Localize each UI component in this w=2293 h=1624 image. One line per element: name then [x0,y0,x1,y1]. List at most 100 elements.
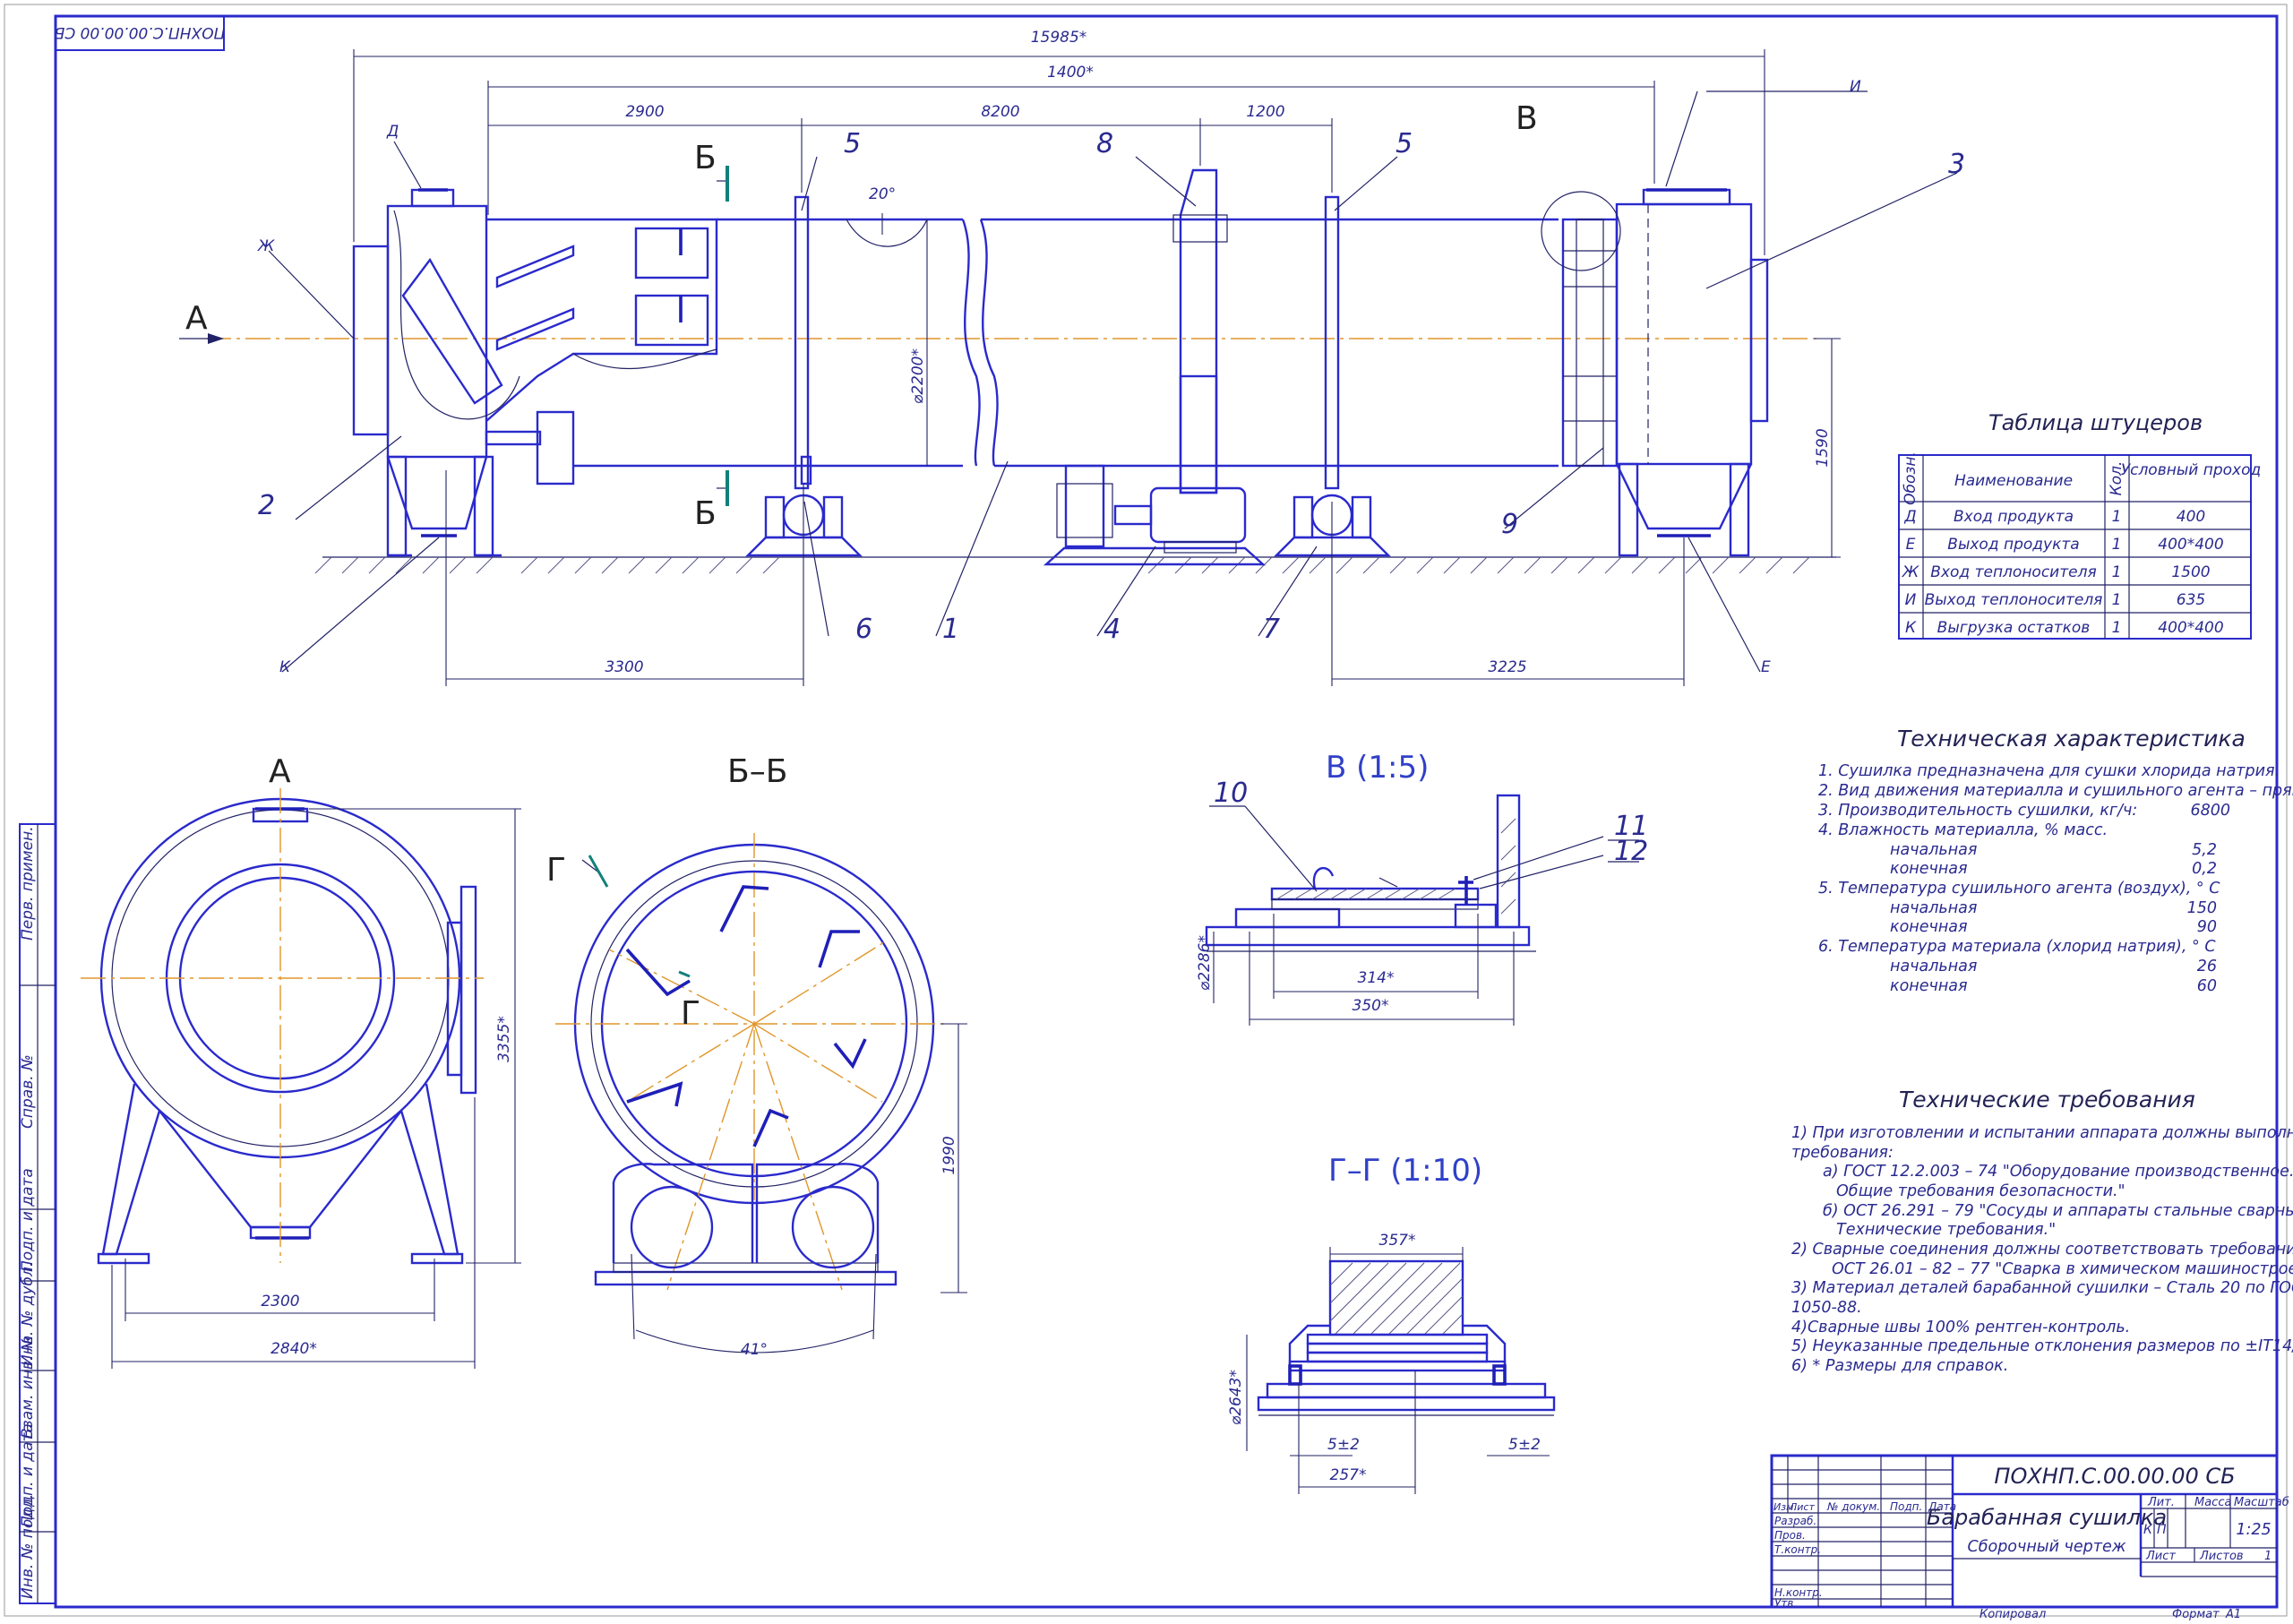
table-cell: 635 [2177,591,2205,609]
section-gg-dim-5b: 5±2 [1508,1436,1541,1454]
tech-req-line-9: 3) Материал деталей барабанной сушилки –… [1791,1279,2293,1297]
dim-overall: 15985* [1031,29,1087,47]
detail-v-mark: В [1516,100,1538,137]
tech-char-line-7: 5. Температура сушильного агента (воздух… [1818,880,2220,898]
dim-length: 1400* [1047,64,1094,82]
tech-char-line-11: начальная [1890,958,1977,975]
drawing-sheet: ПОХНП.С.00.00.00 СБ Перв. примен. Справ.… [0,0,2293,1621]
nozzle-table: Таблица штуцеров Обозн. Наименование Кол… [1898,410,2262,640]
tech-char-value-5: 5,2 [2192,841,2217,859]
letter-i: И [1850,78,1861,96]
rotated-code: ПОХНП.С.00.00.00 СБ [55,23,226,41]
tech-req-line-1: 1) При изготовлении и испытании аппарата… [1791,1124,2293,1142]
strip-label-1: Перв. примен. [19,826,37,941]
view-a-dim-3355: 3355* [495,1016,513,1062]
table-cell: Вход теплоносителя [1930,563,2096,581]
tech-req-line-2: требования: [1791,1144,1894,1162]
nozzle-rows: Д Вход продукта 1 400 Е Выход продукта 1… [1902,508,2224,637]
table-cell: Выход продукта [1947,536,2079,554]
tech-characteristic: Техническая характеристика 1. Сушилка пр… [1818,726,2293,995]
table-cell: 1 [2112,563,2122,581]
view-a-title: А [269,753,291,790]
stamp-col-3: Подп. [1890,1500,1922,1513]
position-1: 1 [942,614,959,645]
table-cell: Выход теплоносителя [1925,591,2103,609]
section-gg-dim-diameter: ⌀2643* [1227,1370,1245,1425]
tech-requirements: Технические требования 1) При изготовлен… [1791,1087,2293,1375]
tech-char-line-4: 4. Влажность материалла, % масс. [1818,821,2108,839]
section-gg-dim-257: 257* [1330,1466,1367,1484]
dim-8200: 8200 [981,103,1019,121]
drawing-canvas: ПОХНП.С.00.00.00 СБ Перв. примен. Справ.… [4,4,2293,1621]
view-a: А 2300 2840* 3355* [81,753,521,1369]
position-7: 7 [1263,614,1280,645]
lit-p: П [2157,1523,2167,1537]
sheet-label: Лист [2145,1550,2176,1563]
tech-req-line-10: 1050-88. [1791,1299,1862,1317]
dim-1590: 1590 [1814,428,1832,467]
dim-3225: 3225 [1488,658,1526,676]
tech-char-line-3: 3. Производительность сушилки, кг/ч: [1818,802,2137,820]
stamp-row-0: Разраб. [1774,1515,1816,1527]
lit-k: К [2143,1523,2153,1537]
tech-char-value-12: 60 [2197,977,2217,995]
drawing-subtitle: Сборочный чертеж [1967,1538,2126,1556]
detail-v: В (1:5) 10 11 12 314* 350* ⌀2286* [1196,750,1648,1026]
sheets-count: 1 [2264,1550,2272,1563]
tech-char-line-1: 1. Сушилка предназначена для сушки хлори… [1818,762,2280,780]
format-label: Формат [2172,1608,2220,1620]
dim-1200: 1200 [1246,103,1284,121]
main-view: Б Б А В 15985* 1400* 2900 8200 1200 3300… [179,29,1965,686]
tech-char-line-6: конечная [1890,860,1968,878]
tech-char-value-8: 150 [2187,899,2217,917]
view-bb-dim-1990: 1990 [940,1136,958,1174]
detail-v-dim-314: 314* [1358,969,1395,987]
dim-3300: 3300 [605,658,643,676]
detail-v-callout [1541,191,1621,271]
section-mark-b-bottom: Б [694,495,717,532]
tech-req-line-4: Общие требования безопасности." [1836,1182,2126,1200]
strip-label-5: Взам. инв. № [19,1336,37,1439]
position-5b: 5 [1396,128,1413,159]
section-gg-title: Г–Г (1:10) [1328,1153,1482,1189]
tech-req-line-13: 6) * Размеры для справок. [1791,1357,2008,1375]
position-2: 2 [258,490,275,521]
tech-req-line-12: 5) Неуказанные предельные отклонения раз… [1791,1337,2293,1355]
table-cell: И [1905,591,1917,609]
table-cell: 1 [2112,508,2122,526]
position-12: 12 [1614,836,1648,867]
position-5a: 5 [844,128,861,159]
tech-req-line-3: а) ГОСТ 12.2.003 – 74 "Оборудование прои… [1823,1163,2293,1181]
tech-char-line-9: конечная [1890,918,1968,936]
tech-char-value-3: 6800 [2190,802,2230,820]
tech-char-value-9: 90 [2197,918,2217,936]
copied-label: Копировал [1980,1608,2046,1620]
section-g-g: Г–Г (1:10) 357* 257* 5±2 5±2 ⌀2643* [1227,1153,1556,1494]
tech-char-value-11: 26 [2197,958,2217,975]
tech-char-line-8: начальная [1890,899,1977,917]
stamp-row-1: Пров. [1774,1529,1806,1542]
stamp-row-4: Утв. [1774,1597,1797,1610]
tech-char-line-5: начальная [1890,841,1977,859]
title-block: Изм. Лист № докум. Подп. Дата Разраб. Пр… [1770,1454,2289,1621]
table-cell: 400*400 [2158,619,2223,637]
nozzle-header-3: Условный проход [2121,461,2262,479]
table-cell: 1 [2112,536,2122,554]
scale-label: Масштаб [2234,1496,2289,1509]
table-cell: К [1905,619,1917,637]
section-gg-dim-357: 357* [1379,1232,1416,1250]
table-cell: Выгрузка остатков [1937,619,2091,637]
section-mark-b-top: Б [694,140,717,176]
view-a-dim-2840: 2840* [271,1340,317,1358]
tech-req-line-7: 2) Сварные соединения должны соответство… [1791,1241,2293,1259]
nozzle-header-1: Наименование [1954,472,2073,490]
table-cell: Вход продукта [1954,508,2074,526]
table-cell: 400*400 [2158,536,2223,554]
position-9: 9 [1501,509,1518,540]
position-4: 4 [1104,614,1121,645]
tech-char-line-12: конечная [1890,977,1968,995]
dim-2900: 2900 [625,103,664,121]
stamp-col-1: Лист [1789,1501,1815,1513]
drawing-scale: 1:25 [2236,1521,2271,1539]
position-6: 6 [855,614,872,645]
